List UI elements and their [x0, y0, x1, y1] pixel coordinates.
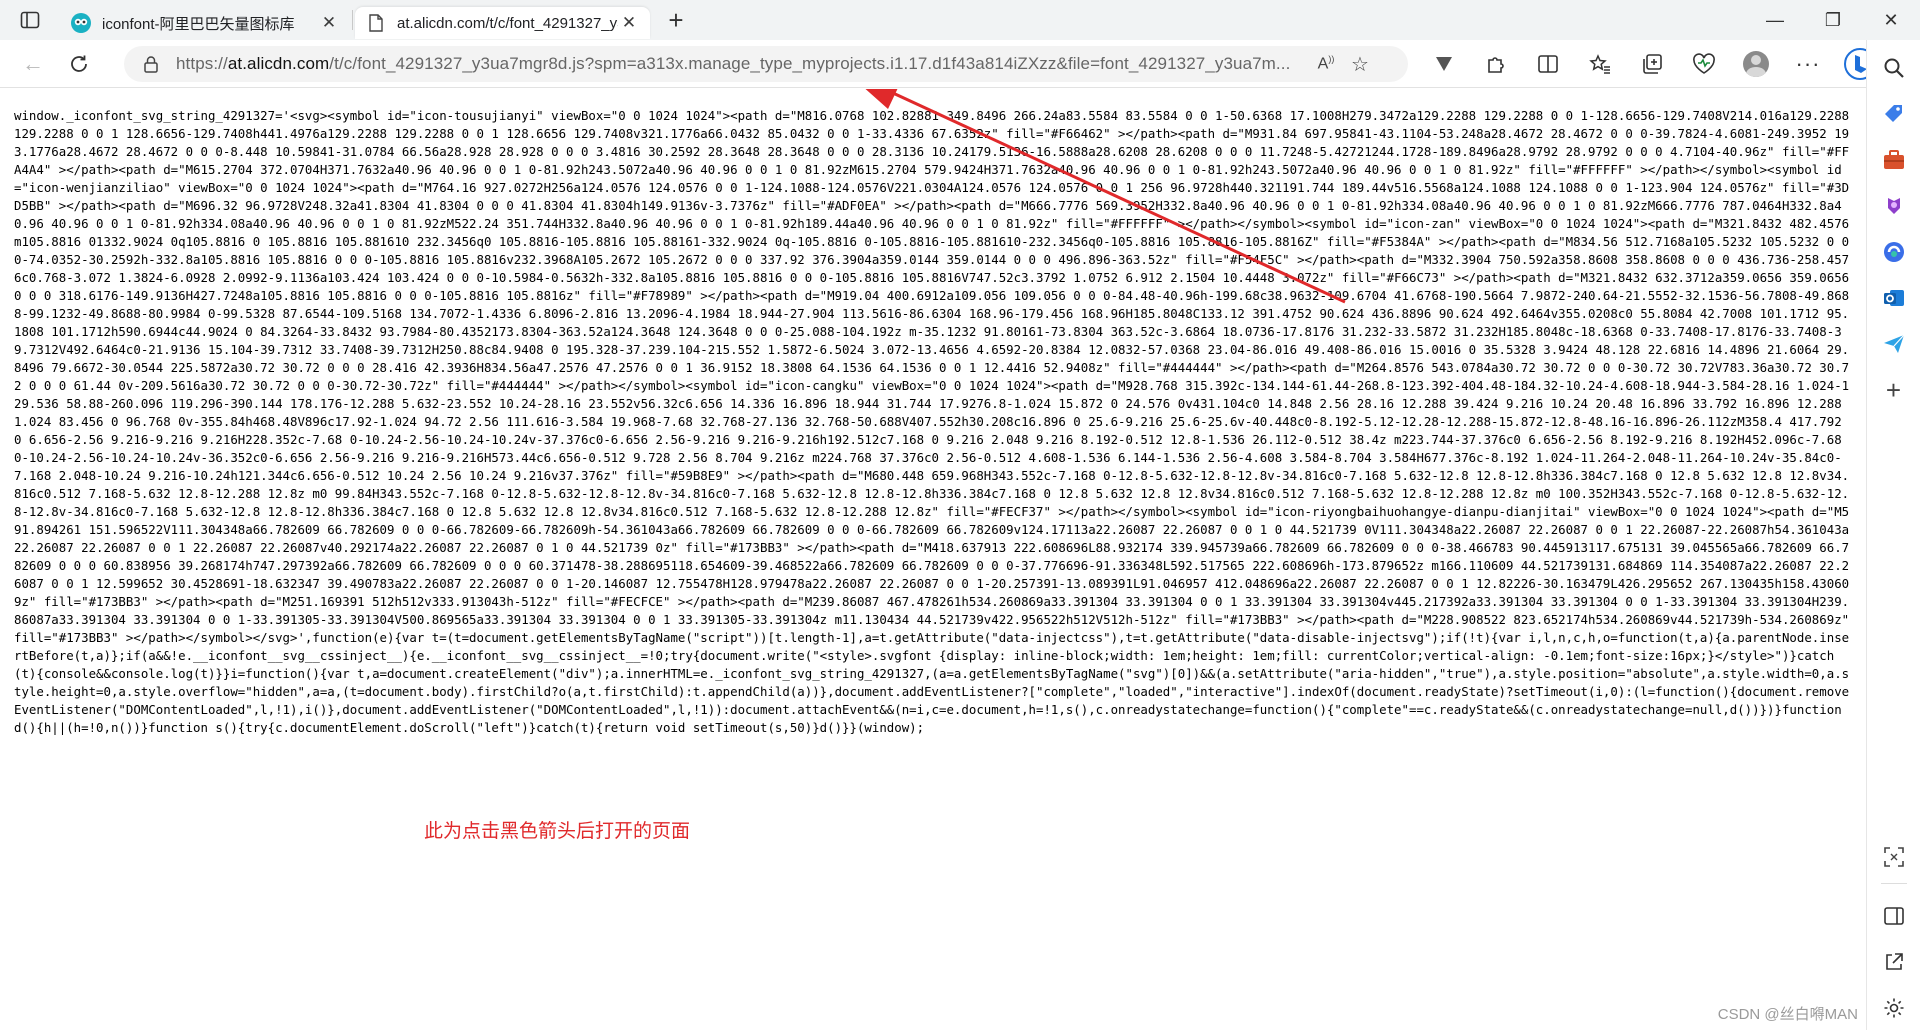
restore-icon: ❐: [1824, 9, 1842, 30]
tab-close-icon[interactable]: ✕: [318, 12, 340, 34]
tab-alicdn[interactable]: at.alicdn.com/t/c/font_4291327_y3ua7mgr8…: [355, 7, 650, 39]
sidebar-add-button[interactable]: +: [1874, 370, 1914, 410]
settings-icon: [1884, 998, 1903, 1018]
tab-title: at.alicdn.com/t/c/font_4291327_y3ua7mgr8…: [397, 14, 618, 32]
page-content: window._iconfont_svg_string_4291327='<sv…: [0, 89, 1866, 1030]
lock-icon[interactable]: [142, 55, 160, 73]
more-button[interactable]: ···: [1782, 43, 1834, 85]
url-prefix: https://: [176, 54, 228, 73]
sidebar-send-button[interactable]: [1874, 324, 1914, 364]
url-path: /t/c/font_4291327_y3ua7mgr8d.js?spm=a313…: [329, 54, 1291, 73]
profile-icon: [1743, 51, 1769, 77]
sidebar-games-button[interactable]: [1874, 186, 1914, 226]
minimize-button[interactable]: —: [1746, 0, 1804, 40]
favorites-icon: [1589, 54, 1610, 74]
collections-icon: [1643, 54, 1662, 74]
tab-strip: iconfont-阿里巴巴矢量图标库 ✕ at.alicdn.com/t/c/f…: [0, 0, 1920, 40]
profile-button[interactable]: [1730, 43, 1782, 85]
external-link-icon: [1885, 953, 1903, 970]
tab-actions-icon: [20, 11, 40, 29]
more-icon: ···: [1795, 51, 1821, 76]
sidebar-separator: [1880, 883, 1907, 884]
browser-essentials-button[interactable]: [1678, 43, 1730, 85]
window-controls: — ❐ ✕: [1746, 0, 1920, 40]
search-icon: [1884, 58, 1904, 78]
add-icon: +: [1885, 374, 1902, 405]
sidebar-open-external-button[interactable]: [1874, 942, 1914, 982]
tab-close-icon[interactable]: ✕: [618, 12, 640, 34]
close-window-button[interactable]: ✕: [1862, 0, 1920, 40]
iconfont-favicon-icon: [70, 12, 92, 34]
browser-essentials-icon: [1693, 53, 1715, 74]
sidebar-screenshot-button[interactable]: [1874, 837, 1914, 877]
restore-button[interactable]: ❐: [1804, 0, 1862, 40]
close-icon: ✕: [1883, 9, 1899, 30]
sidebar-shopping-button[interactable]: [1874, 94, 1914, 134]
collections-button[interactable]: [1626, 43, 1678, 85]
arrow-head: [865, 89, 898, 109]
sidebar-copilot-button[interactable]: [1874, 232, 1914, 272]
read-aloud-icon: A)): [1317, 54, 1335, 73]
sidebar-tools-button[interactable]: [1874, 140, 1914, 180]
sidebar-search-button[interactable]: [1874, 48, 1914, 88]
toolbar-icons: ···: [1418, 40, 1886, 88]
javascript-source-text: window._iconfont_svg_string_4291327='<sv…: [14, 108, 1857, 735]
sidebar-toggle-button[interactable]: [1874, 896, 1914, 936]
tab-actions-button[interactable]: [0, 0, 60, 40]
split-screen-icon: [1538, 55, 1558, 73]
tab-iconfont[interactable]: iconfont-阿里巴巴矢量图标库 ✕: [60, 7, 350, 39]
annotation-text: 此为点击黑色箭头后打开的页面: [424, 820, 691, 842]
url-host: at.alicdn.com: [227, 54, 330, 73]
games-icon: [1887, 198, 1900, 214]
split-screen-button[interactable]: [1522, 43, 1574, 85]
tab-separator: [352, 10, 353, 30]
send-icon: [1883, 334, 1904, 353]
extensions-icon: [1488, 57, 1504, 73]
screenshot-icon: [1883, 847, 1904, 867]
sidebar-toggle-icon: [1883, 907, 1904, 925]
back-button[interactable]: ←: [12, 43, 54, 85]
minimize-icon: —: [1766, 9, 1784, 30]
tag-icon: [1884, 105, 1902, 122]
downloads-arrow-button[interactable]: [1418, 43, 1470, 85]
favorite-button[interactable]: ☆: [1343, 47, 1377, 81]
new-tab-button[interactable]: +: [658, 2, 694, 38]
refresh-button[interactable]: [58, 43, 100, 85]
sidebar-outlook-button[interactable]: [1874, 278, 1914, 318]
browser-toolbar: ← https://at.alicdn.com/t/c/font_4291327…: [0, 40, 1920, 88]
page-favicon-icon: [365, 12, 387, 34]
url-text[interactable]: https://at.alicdn.com/t/c/font_4291327_y…: [176, 54, 1301, 74]
arrow-left-icon: ←: [22, 50, 44, 76]
briefcase-icon: [1883, 150, 1904, 169]
tab-title: iconfont-阿里巴巴矢量图标库: [102, 15, 295, 33]
csdn-watermark: CSDN @丝白嘚MAN: [1717, 1006, 1858, 1023]
favorites-button[interactable]: [1574, 43, 1626, 85]
read-aloud-button[interactable]: A)): [1309, 47, 1343, 81]
refresh-icon: [71, 55, 87, 72]
extensions-button[interactable]: [1470, 43, 1522, 85]
star-icon: ☆: [1351, 53, 1369, 76]
edge-sidebar: +: [1866, 40, 1920, 1030]
sidebar-settings-button[interactable]: [1874, 988, 1914, 1028]
copilot-icon: [1883, 242, 1904, 262]
downloads-arrow-icon: [1436, 57, 1452, 71]
address-bar[interactable]: https://at.alicdn.com/t/c/font_4291327_y…: [124, 46, 1408, 82]
add-icon: +: [668, 4, 684, 35]
outlook-icon: [1883, 290, 1904, 306]
